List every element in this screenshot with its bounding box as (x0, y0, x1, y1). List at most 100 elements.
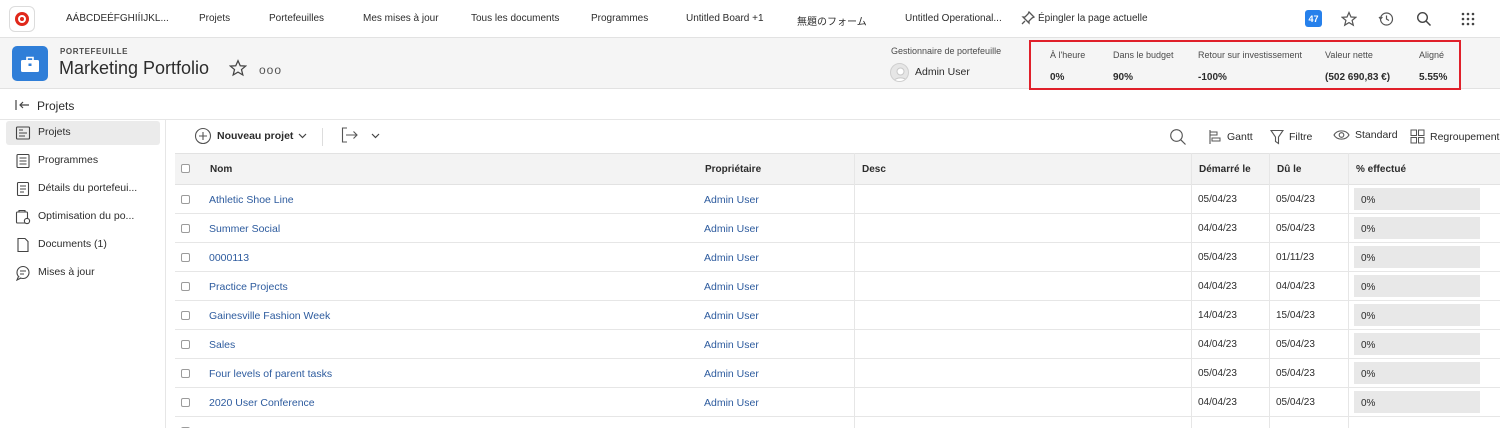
percent-complete-bar: 0% (1354, 362, 1480, 384)
owner-link[interactable]: Admin User (704, 397, 759, 409)
sidebar-item-projects[interactable]: Projets (6, 121, 160, 145)
row-checkbox[interactable] (181, 224, 190, 233)
percent-complete-bar: 0% (1354, 304, 1480, 326)
nav-item-programs[interactable]: Programmes (591, 13, 648, 24)
table-row[interactable]: 0000113 Admin User 05/04/23 01/11/23 0% (175, 243, 1500, 272)
table-row[interactable]: Athletic Shoe Line Admin User 05/04/23 05/0… (175, 185, 1500, 214)
start-date: 04/04/23 (1198, 281, 1237, 292)
column-header-owner[interactable]: Propriétaire (705, 164, 761, 175)
file-icon (17, 237, 29, 253)
manager-label: Gestionnaire de portefeuille (891, 46, 1002, 56)
view-button[interactable]: Standard (1333, 129, 1398, 141)
sidebar-item-portfolio-details[interactable]: Détails du portefeui... (6, 177, 160, 201)
project-name-link[interactable]: 0000113 (209, 252, 249, 264)
row-checkbox[interactable] (181, 282, 190, 291)
nav-item-all-documents[interactable]: Tous les documents (471, 13, 559, 24)
column-header-percent-complete[interactable]: % effectué (1356, 164, 1406, 175)
app-logo[interactable] (9, 6, 35, 32)
metric-on-time-value: 0% (1050, 72, 1065, 83)
sidebar-item-label: Documents (1) (38, 238, 107, 250)
grouping-label: Regroupement (1430, 130, 1500, 143)
metric-aligned-label: Aligné (1419, 50, 1445, 60)
collapse-panel-icon[interactable] (15, 99, 31, 114)
sidebar-item-documents[interactable]: Documents (1) (6, 233, 160, 257)
owner-link[interactable]: Admin User (704, 339, 759, 351)
project-name-link[interactable]: Gainesville Fashion Week (209, 310, 330, 322)
owner-link[interactable]: Admin User (704, 281, 759, 293)
column-header-name[interactable]: Nom (210, 164, 232, 175)
project-name-link[interactable]: Summer Social (209, 223, 280, 235)
column-header-start-date[interactable]: Démarré le (1199, 164, 1251, 175)
recent-history-icon[interactable] (1377, 10, 1395, 28)
nav-item-untitled-form[interactable]: 無題のフォーム (797, 13, 867, 28)
owner-link[interactable]: Admin User (704, 252, 759, 264)
column-header-due-date[interactable]: Dû le (1277, 164, 1301, 175)
avatar (890, 63, 909, 82)
due-date: 05/04/23 (1276, 194, 1315, 205)
nav-item-untitled-board[interactable]: Untitled Board +1 (686, 13, 764, 24)
table-row[interactable]: 2020 User Conference Admin User 04/04/23 05… (175, 388, 1500, 417)
grouping-button[interactable]: Regroupement (1410, 129, 1499, 144)
table-row[interactable] (175, 417, 1500, 428)
percent-complete-bar: 0% (1354, 391, 1480, 413)
filter-button[interactable]: Filtre (1270, 129, 1312, 145)
table-row[interactable]: Summer Social Admin User 04/04/23 05/04/23 0… (175, 214, 1500, 243)
table-row[interactable]: Gainesville Fashion Week Admin User 14/04/… (175, 301, 1500, 330)
table-row[interactable]: Practice Projects Admin User 04/04/23 04/04… (175, 272, 1500, 301)
owner-link[interactable]: Admin User (704, 194, 759, 206)
sidebar-item-updates[interactable]: Mises à jour (6, 261, 160, 285)
select-all-checkbox[interactable] (181, 164, 190, 173)
sidebar-item-label: Projets (38, 126, 71, 138)
nav-item-my-updates[interactable]: Mes mises à jour (363, 13, 439, 24)
row-checkbox[interactable] (181, 340, 190, 349)
project-name-link[interactable]: Sales (209, 339, 235, 351)
nav-item-portfolios[interactable]: Portefeuilles (269, 13, 324, 24)
more-options-button[interactable]: ooo (259, 63, 282, 77)
start-date: 04/04/23 (1198, 397, 1237, 408)
nav-item-untitled-operational[interactable]: Untitled Operational... (905, 13, 1002, 24)
table-header: Nom Propriétaire Desc Démarré le Dû le %… (175, 153, 1500, 185)
row-checkbox[interactable] (181, 253, 190, 262)
pin-page-label: Épingler la page actuelle (1038, 12, 1148, 24)
owner-link[interactable]: Admin User (704, 310, 759, 322)
search-list-button[interactable] (1169, 128, 1187, 146)
project-name-link[interactable]: Practice Projects (209, 281, 288, 293)
metric-net-value-label: Valeur nette (1325, 50, 1373, 60)
table-row[interactable]: Sales Admin User 04/04/23 05/04/23 0% (175, 330, 1500, 359)
nav-item-alphabet[interactable]: AÁBCDEÉFGHIÍIJKL... (66, 13, 169, 24)
favorites-star-icon[interactable] (1340, 10, 1358, 28)
percent-complete-bar: 0% (1354, 246, 1480, 268)
export-button[interactable] (341, 127, 359, 143)
filter-icon (1270, 129, 1284, 145)
new-project-label: Nouveau projet (217, 130, 294, 142)
manager-name[interactable]: Admin User (915, 66, 970, 78)
nav-item-projects[interactable]: Projets (199, 13, 230, 24)
project-name-link[interactable]: Four levels of parent tasks (209, 368, 332, 380)
export-options-chevron[interactable] (371, 133, 380, 139)
sidebar-item-portfolio-optimizer[interactable]: Optimisation du po... (6, 205, 160, 229)
search-icon[interactable] (1415, 10, 1433, 28)
new-project-button[interactable]: Nouveau projet (194, 127, 307, 145)
row-checkbox[interactable] (181, 398, 190, 407)
favorite-star-icon[interactable] (228, 59, 248, 80)
sidebar-item-label: Optimisation du po... (38, 210, 135, 222)
row-checkbox[interactable] (181, 195, 190, 204)
gantt-button[interactable]: Gantt (1208, 129, 1253, 145)
filter-label: Filtre (1289, 131, 1313, 143)
start-date: 04/04/23 (1198, 223, 1237, 234)
notification-badge[interactable]: 47 (1305, 10, 1322, 27)
row-checkbox[interactable] (181, 369, 190, 378)
owner-link[interactable]: Admin User (704, 368, 759, 380)
app-launcher-grid-icon[interactable] (1459, 10, 1477, 28)
projects-table: Nom Propriétaire Desc Démarré le Dû le %… (175, 153, 1500, 428)
sidebar-item-programs[interactable]: Programmes (6, 149, 160, 173)
table-row[interactable]: Four levels of parent tasks Admin User 05/… (175, 359, 1500, 388)
project-name-link[interactable]: 2020 User Conference (209, 397, 315, 409)
breadcrumb-current: Projets (37, 99, 75, 113)
owner-link[interactable]: Admin User (704, 223, 759, 235)
column-header-description[interactable]: Desc (862, 164, 886, 175)
row-checkbox[interactable] (181, 311, 190, 320)
pin-page-button[interactable]: Épingler la page actuelle (1021, 11, 1148, 25)
project-name-link[interactable]: Athletic Shoe Line (209, 194, 294, 206)
metric-aligned-value: 5.55% (1419, 72, 1448, 83)
